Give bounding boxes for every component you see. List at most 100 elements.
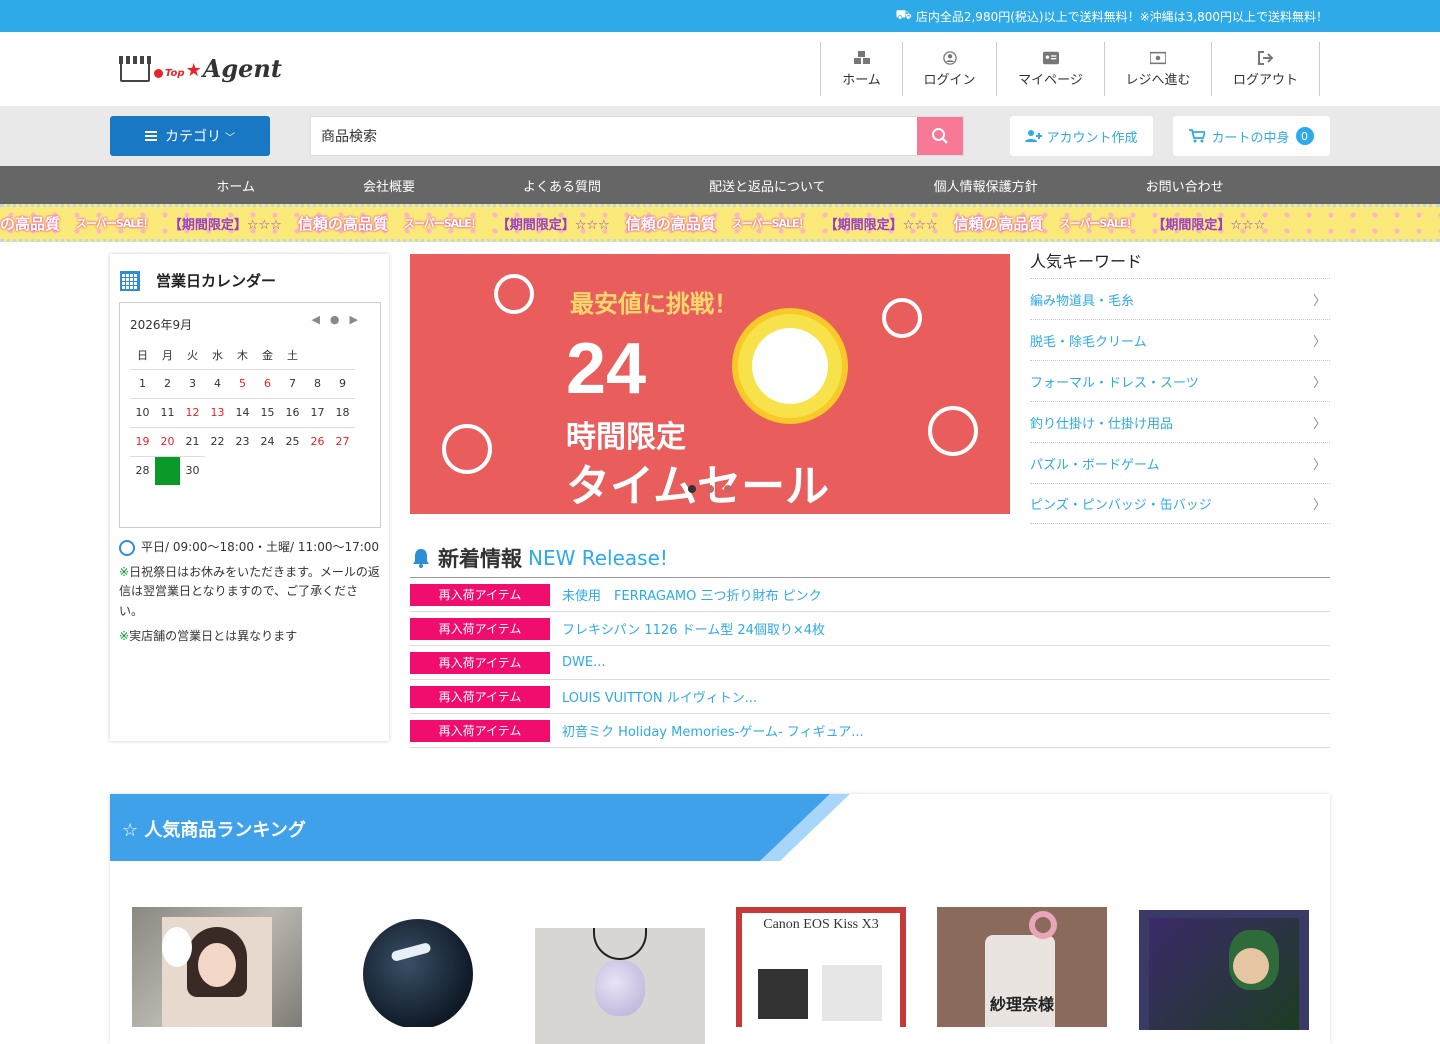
calendar-day: 13 — [205, 397, 230, 427]
store-note: ※実店舗の営業日とは異なります — [119, 627, 381, 646]
calendar-day: 18 — [330, 397, 355, 427]
keyword-label: パズル・ボードゲーム — [1030, 457, 1160, 473]
gnav-privacy[interactable]: 個人情報保護方針 — [880, 176, 1092, 195]
search-button[interactable] — [917, 117, 963, 155]
banner-line1: 最安値に挑戦！ — [570, 290, 738, 318]
logo-agent: Agent — [202, 54, 282, 83]
news-item: 再入荷アイテム DWE... — [410, 646, 1330, 680]
keyword-link[interactable]: 釣り仕掛け・仕掛け用品 〉 — [1030, 401, 1330, 442]
category-button[interactable]: カテゴリ ﹀ — [110, 116, 270, 156]
ranking-header: ☆ 人気商品ランキング — [110, 794, 1330, 861]
news-link[interactable]: 初音ミク Holiday Memories-ゲーム- フィギュア... — [562, 721, 864, 740]
ticker-limited: 【期間限定】☆☆☆ — [1152, 217, 1266, 233]
create-account-label: アカウント作成 — [1046, 130, 1138, 146]
product-pendant[interactable] — [535, 928, 705, 1044]
calendar-spacer — [305, 341, 330, 369]
calendar-day: 22 — [205, 426, 230, 456]
nav-login-label: ログイン — [923, 72, 976, 88]
restock-tag: 再入荷アイテム — [410, 651, 550, 674]
calendar-day: 27 — [330, 426, 355, 456]
create-account-button[interactable]: アカウント作成 — [1010, 116, 1153, 156]
calendar-nav: ◀●▶ — [311, 313, 368, 326]
calendar-frame: 2026年9月 ◀●▶ 日月火水木金土 1 2 3 4 5 6 7 8 9 10 11 12 13 14 15… — [119, 302, 381, 528]
gnav-home[interactable]: ホーム — [162, 176, 309, 195]
holiday-note: ※日祝祭日はお休みをいただきます。メールの返信は翌営業日となりますので、ご了承く… — [119, 563, 381, 621]
calendar-day: 12 — [180, 397, 205, 427]
calendar-day: 5 — [230, 368, 255, 398]
slide-dot[interactable] — [688, 485, 696, 493]
chevron-right-icon: 〉 — [1312, 457, 1326, 473]
restock-tag: 再入荷アイテム — [410, 583, 550, 606]
calendar-day: 21 — [180, 426, 205, 456]
slide-dot[interactable] — [724, 485, 732, 493]
business-hours-text: 平日/ 09:00〜18:00・土曜/ 11:00〜17:00 — [141, 540, 380, 554]
news-section: 新着情報 NEW Release! 再入荷アイテム 未使用 FERRAGAMO 三… — [410, 538, 1330, 748]
product-camera-book[interactable]: Canon EOS Kiss X3 — [736, 907, 906, 1027]
gnav-company[interactable]: 会社概要 — [309, 176, 469, 195]
timesale-banner[interactable]: 最安値に挑戦！ 24 時間限定 タイムセール — [410, 254, 1010, 514]
next-month-icon[interactable]: ▶ — [350, 313, 368, 326]
search-box — [310, 116, 964, 156]
chevron-right-icon: 〉 — [1312, 498, 1326, 513]
keyword-label: 編み物道具・毛糸 — [1030, 293, 1135, 309]
calendar-day: 16 — [280, 397, 305, 427]
product-photo-card[interactable] — [132, 907, 302, 1027]
store-note-text: 実店舗の営業日とは異なります — [129, 628, 298, 643]
weekday-header: 日 — [137, 348, 148, 362]
prev-month-icon[interactable]: ◀ — [311, 313, 329, 326]
calendar-day: 24 — [255, 426, 280, 456]
calendar-grid: 日月火水木金土 1 2 3 4 5 6 7 8 9 10 11 12 13 14 15 16 17 18 19 20 21… — [130, 341, 355, 485]
news-item: 再入荷アイテム フレキシパン 1126 ドーム型 24個取り×4枚 — [410, 612, 1330, 646]
calendar-today: 29 — [155, 455, 180, 485]
nav-checkout-label: レジへ進む — [1125, 72, 1191, 88]
gnav-shipping[interactable]: 配送と返品について — [655, 176, 880, 195]
keyword-link[interactable]: 編み物道具・毛糸 〉 — [1030, 278, 1330, 319]
nav-home[interactable]: ホーム — [821, 42, 903, 96]
keyword-label: 脱毛・除毛クリーム — [1030, 334, 1147, 350]
weekday-header: 月 — [162, 348, 173, 362]
news-title-en: NEW Release! — [528, 545, 668, 570]
calendar-day: 3 — [180, 368, 205, 398]
keyword-link[interactable]: パズル・ボードゲーム 〉 — [1030, 442, 1330, 483]
keyword-label: ピンズ・ピンバッジ・缶バッジ — [1030, 498, 1212, 513]
calendar-day: 17 — [305, 397, 330, 427]
alarm-clock-icon — [442, 424, 492, 474]
gnav-contact[interactable]: お問い合わせ — [1092, 176, 1278, 195]
truck-icon: ⛟ — [895, 7, 912, 23]
weekday-header: 土 — [287, 348, 298, 362]
product-figure-box[interactable] — [1139, 910, 1309, 1030]
cart-label: カートの中身 — [1211, 130, 1290, 146]
keyword-link[interactable]: 脱毛・除毛クリーム 〉 — [1030, 319, 1330, 360]
news-link[interactable]: DWE... — [562, 655, 605, 670]
keyword-label: 釣り仕掛け・仕掛け用品 — [1030, 416, 1174, 432]
nav-login[interactable]: ログイン — [903, 42, 997, 96]
calendar-day: 26 — [305, 426, 330, 456]
gnav-faq[interactable]: よくある質問 — [469, 176, 655, 195]
weekday-header: 水 — [212, 348, 223, 362]
keyword-link[interactable]: フォーマル・ドレス・スーツ 〉 — [1030, 360, 1330, 401]
site-logo[interactable]: Top ★ Agent — [119, 54, 282, 83]
current-month-icon[interactable]: ● — [330, 313, 350, 326]
product-golf-driver[interactable] — [333, 907, 503, 1027]
ticker-sale: スーパーSALE！ — [731, 217, 810, 230]
nav-checkout[interactable]: レジへ進む — [1105, 42, 1212, 96]
news-link[interactable]: LOUIS VUITTON ルイヴィトン... — [562, 687, 757, 706]
search-input[interactable] — [311, 128, 917, 144]
header-nav: ホーム ログイン マイページ レジへ進む ログアウト — [820, 42, 1320, 96]
note-mark: ※ — [119, 565, 130, 580]
product-tumbler[interactable]: 紗理奈様 — [937, 907, 1107, 1027]
chevron-down-icon: ﹀ — [225, 132, 235, 144]
news-link[interactable]: 未使用 FERRAGAMO 三つ折り財布 ピンク — [562, 585, 822, 604]
news-link[interactable]: フレキシパン 1126 ドーム型 24個取り×4枚 — [562, 619, 825, 638]
keyword-link[interactable]: ピンズ・ピンバッジ・缶バッジ 〉 — [1030, 483, 1330, 524]
ticker-sale: スーパーSALE！ — [403, 217, 482, 230]
site-header: Top ★ Agent ホーム ログイン マイページ レジへ進む ログアウト — [0, 32, 1440, 106]
slide-dot[interactable] — [706, 485, 714, 493]
banner-line4: タイムセール — [566, 461, 830, 512]
nav-logout[interactable]: ログアウト — [1212, 42, 1320, 96]
global-nav: ホーム 会社概要 よくある質問 配送と返品について 個人情報保護方針 お問い合わ… — [0, 166, 1440, 204]
user-icon — [942, 50, 957, 65]
cart-count-badge: 0 — [1295, 127, 1314, 145]
cart-button[interactable]: カートの中身 0 — [1173, 116, 1330, 156]
nav-mypage[interactable]: マイページ — [997, 42, 1105, 96]
